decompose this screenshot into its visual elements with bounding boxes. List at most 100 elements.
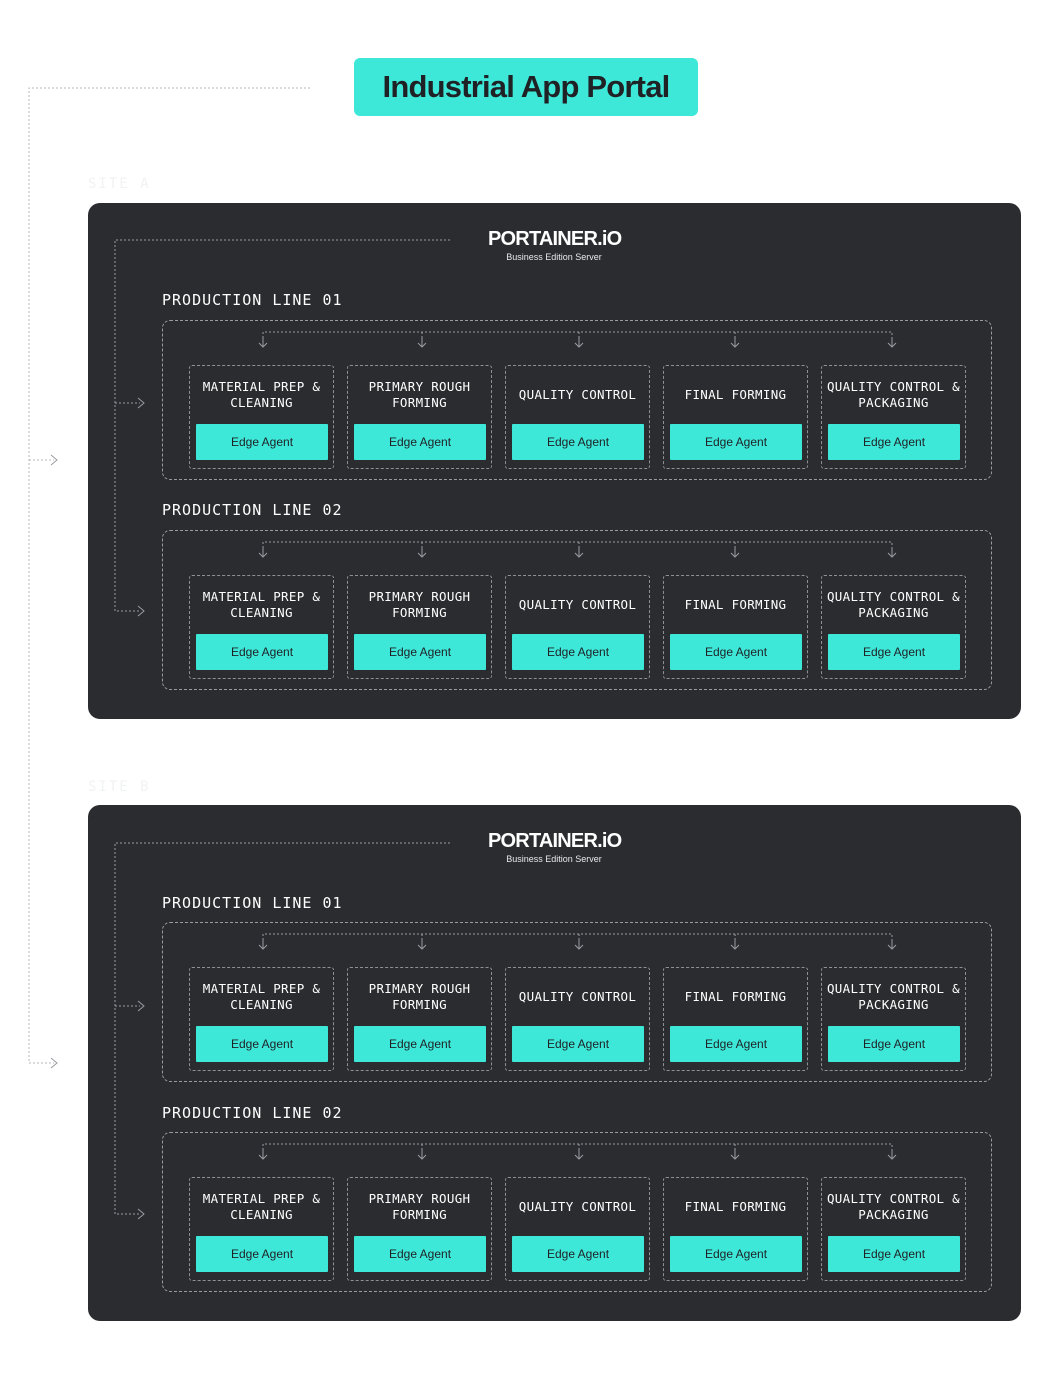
site-panel: PORTAINER.iO Business Edition Server PRO… bbox=[88, 203, 1021, 719]
edge-agent-badge: Edge Agent bbox=[512, 1026, 644, 1062]
arrow-down-icon bbox=[574, 1149, 584, 1160]
stage-name: QUALITY CONTROL & PACKAGING bbox=[826, 379, 961, 410]
distribution-line bbox=[262, 1143, 893, 1154]
edge-agent-badge: Edge Agent bbox=[512, 424, 644, 460]
production-line: MATERIAL PREP & CLEANING Edge Agent PRIM… bbox=[162, 320, 992, 480]
edge-agent-badge: Edge Agent bbox=[670, 424, 802, 460]
edge-agent-badge: Edge Agent bbox=[354, 1236, 486, 1272]
stage-card: FINAL FORMING Edge Agent bbox=[663, 575, 808, 679]
site-label: SITE A bbox=[88, 176, 151, 192]
site-panel: PORTAINER.iO Business Edition Server PRO… bbox=[88, 805, 1021, 1321]
edge-agent-badge: Edge Agent bbox=[196, 424, 328, 460]
stage-card: QUALITY CONTROL Edge Agent bbox=[505, 1177, 650, 1281]
stage-name: MATERIAL PREP & CLEANING bbox=[202, 379, 321, 410]
stage-name: QUALITY CONTROL bbox=[518, 597, 637, 612]
edge-agent-badge: Edge Agent bbox=[670, 1236, 802, 1272]
edge-agent-badge: Edge Agent bbox=[196, 1236, 328, 1272]
arrow-down-icon bbox=[258, 1149, 268, 1160]
logo-text: PORTAINER.iO bbox=[488, 830, 622, 852]
stage-name: QUALITY CONTROL bbox=[518, 1199, 637, 1214]
edge-agent-badge: Edge Agent bbox=[354, 634, 486, 670]
arrow-down-icon bbox=[574, 939, 584, 950]
stage-card: FINAL FORMING Edge Agent bbox=[663, 1177, 808, 1281]
arrow-down-icon bbox=[417, 1149, 427, 1160]
stage-card: MATERIAL PREP & CLEANING Edge Agent bbox=[189, 575, 334, 679]
stage-card: QUALITY CONTROL Edge Agent bbox=[505, 967, 650, 1071]
stage-name: QUALITY CONTROL & PACKAGING bbox=[826, 981, 961, 1012]
edge-agent-badge: Edge Agent bbox=[196, 1026, 328, 1062]
stage-card: PRIMARY ROUGH FORMING Edge Agent bbox=[347, 365, 492, 469]
production-line-label: PRODUCTION LINE 02 bbox=[162, 1104, 343, 1122]
arrow-down-icon bbox=[730, 939, 740, 950]
stage-card: MATERIAL PREP & CLEANING Edge Agent bbox=[189, 1177, 334, 1281]
server-subtitle: Business Edition Server bbox=[506, 854, 602, 864]
stage-name: FINAL FORMING bbox=[684, 597, 787, 612]
portal-title: Industrial App Portal bbox=[354, 58, 698, 116]
production-line: MATERIAL PREP & CLEANING Edge Agent PRIM… bbox=[162, 922, 992, 1082]
stage-name: FINAL FORMING bbox=[684, 1199, 787, 1214]
arrow-down-icon bbox=[887, 939, 897, 950]
arrow-right-icon bbox=[50, 1057, 58, 1069]
stage-card: MATERIAL PREP & CLEANING Edge Agent bbox=[189, 365, 334, 469]
stage-card: FINAL FORMING Edge Agent bbox=[663, 365, 808, 469]
stage-name: PRIMARY ROUGH FORMING bbox=[368, 981, 471, 1012]
line-distribution bbox=[258, 1143, 897, 1160]
arrow-down-icon bbox=[887, 547, 897, 558]
distribution-line bbox=[262, 933, 893, 944]
edge-agent-badge: Edge Agent bbox=[354, 424, 486, 460]
arrow-down-icon bbox=[417, 547, 427, 558]
stage-card: QUALITY CONTROL & PACKAGING Edge Agent bbox=[821, 1177, 966, 1281]
stage-card: MATERIAL PREP & CLEANING Edge Agent bbox=[189, 967, 334, 1071]
arrow-right-icon bbox=[137, 1000, 145, 1012]
edge-agent-badge: Edge Agent bbox=[828, 1236, 960, 1272]
arrow-down-icon bbox=[887, 337, 897, 348]
site-label: SITE B bbox=[88, 779, 151, 795]
line-distribution bbox=[258, 541, 897, 558]
stage-name: FINAL FORMING bbox=[684, 989, 787, 1004]
edge-agent-badge: Edge Agent bbox=[196, 634, 328, 670]
stage-card: PRIMARY ROUGH FORMING Edge Agent bbox=[347, 575, 492, 679]
edge-agent-badge: Edge Agent bbox=[512, 1236, 644, 1272]
edge-agent-badge: Edge Agent bbox=[828, 634, 960, 670]
arrow-down-icon bbox=[417, 939, 427, 950]
edge-agent-badge: Edge Agent bbox=[670, 1026, 802, 1062]
arrow-down-icon bbox=[574, 337, 584, 348]
edge-agent-badge: Edge Agent bbox=[512, 634, 644, 670]
stage-name: PRIMARY ROUGH FORMING bbox=[368, 1191, 471, 1222]
arrow-down-icon bbox=[887, 1149, 897, 1160]
production-line: MATERIAL PREP & CLEANING Edge Agent PRIM… bbox=[162, 530, 992, 690]
stage-card: QUALITY CONTROL Edge Agent bbox=[505, 365, 650, 469]
stage-name: QUALITY CONTROL bbox=[518, 387, 637, 402]
edge-agent-badge: Edge Agent bbox=[828, 1026, 960, 1062]
arrow-down-icon bbox=[258, 939, 268, 950]
arrow-down-icon bbox=[417, 337, 427, 348]
edge-agent-badge: Edge Agent bbox=[354, 1026, 486, 1062]
arrow-down-icon bbox=[258, 337, 268, 348]
logo-text: PORTAINER.iO bbox=[488, 228, 622, 250]
stage-name: QUALITY CONTROL bbox=[518, 989, 637, 1004]
distribution-line bbox=[262, 331, 893, 342]
line-distribution bbox=[258, 933, 897, 950]
stage-name: FINAL FORMING bbox=[684, 387, 787, 402]
edge-agent-badge: Edge Agent bbox=[828, 424, 960, 460]
arrow-down-icon bbox=[574, 547, 584, 558]
edge-agent-badge: Edge Agent bbox=[670, 634, 802, 670]
stage-card: PRIMARY ROUGH FORMING Edge Agent bbox=[347, 1177, 492, 1281]
stage-card: QUALITY CONTROL & PACKAGING Edge Agent bbox=[821, 967, 966, 1071]
distribution-line bbox=[262, 541, 893, 552]
production-line-label: PRODUCTION LINE 01 bbox=[162, 894, 343, 912]
stage-name: QUALITY CONTROL & PACKAGING bbox=[826, 1191, 961, 1222]
line-distribution bbox=[258, 331, 897, 348]
portainer-logo: PORTAINER.iO Business Edition Server bbox=[488, 228, 622, 263]
stage-name: MATERIAL PREP & CLEANING bbox=[202, 589, 321, 620]
stage-card: PRIMARY ROUGH FORMING Edge Agent bbox=[347, 967, 492, 1071]
production-line-label: PRODUCTION LINE 02 bbox=[162, 501, 343, 519]
arrow-down-icon bbox=[730, 1149, 740, 1160]
stage-card: FINAL FORMING Edge Agent bbox=[663, 967, 808, 1071]
arrow-right-icon bbox=[50, 454, 58, 466]
stage-name: MATERIAL PREP & CLEANING bbox=[202, 981, 321, 1012]
arrow-down-icon bbox=[730, 337, 740, 348]
arrow-down-icon bbox=[730, 547, 740, 558]
server-subtitle: Business Edition Server bbox=[506, 252, 602, 262]
arrow-right-icon bbox=[137, 397, 145, 409]
